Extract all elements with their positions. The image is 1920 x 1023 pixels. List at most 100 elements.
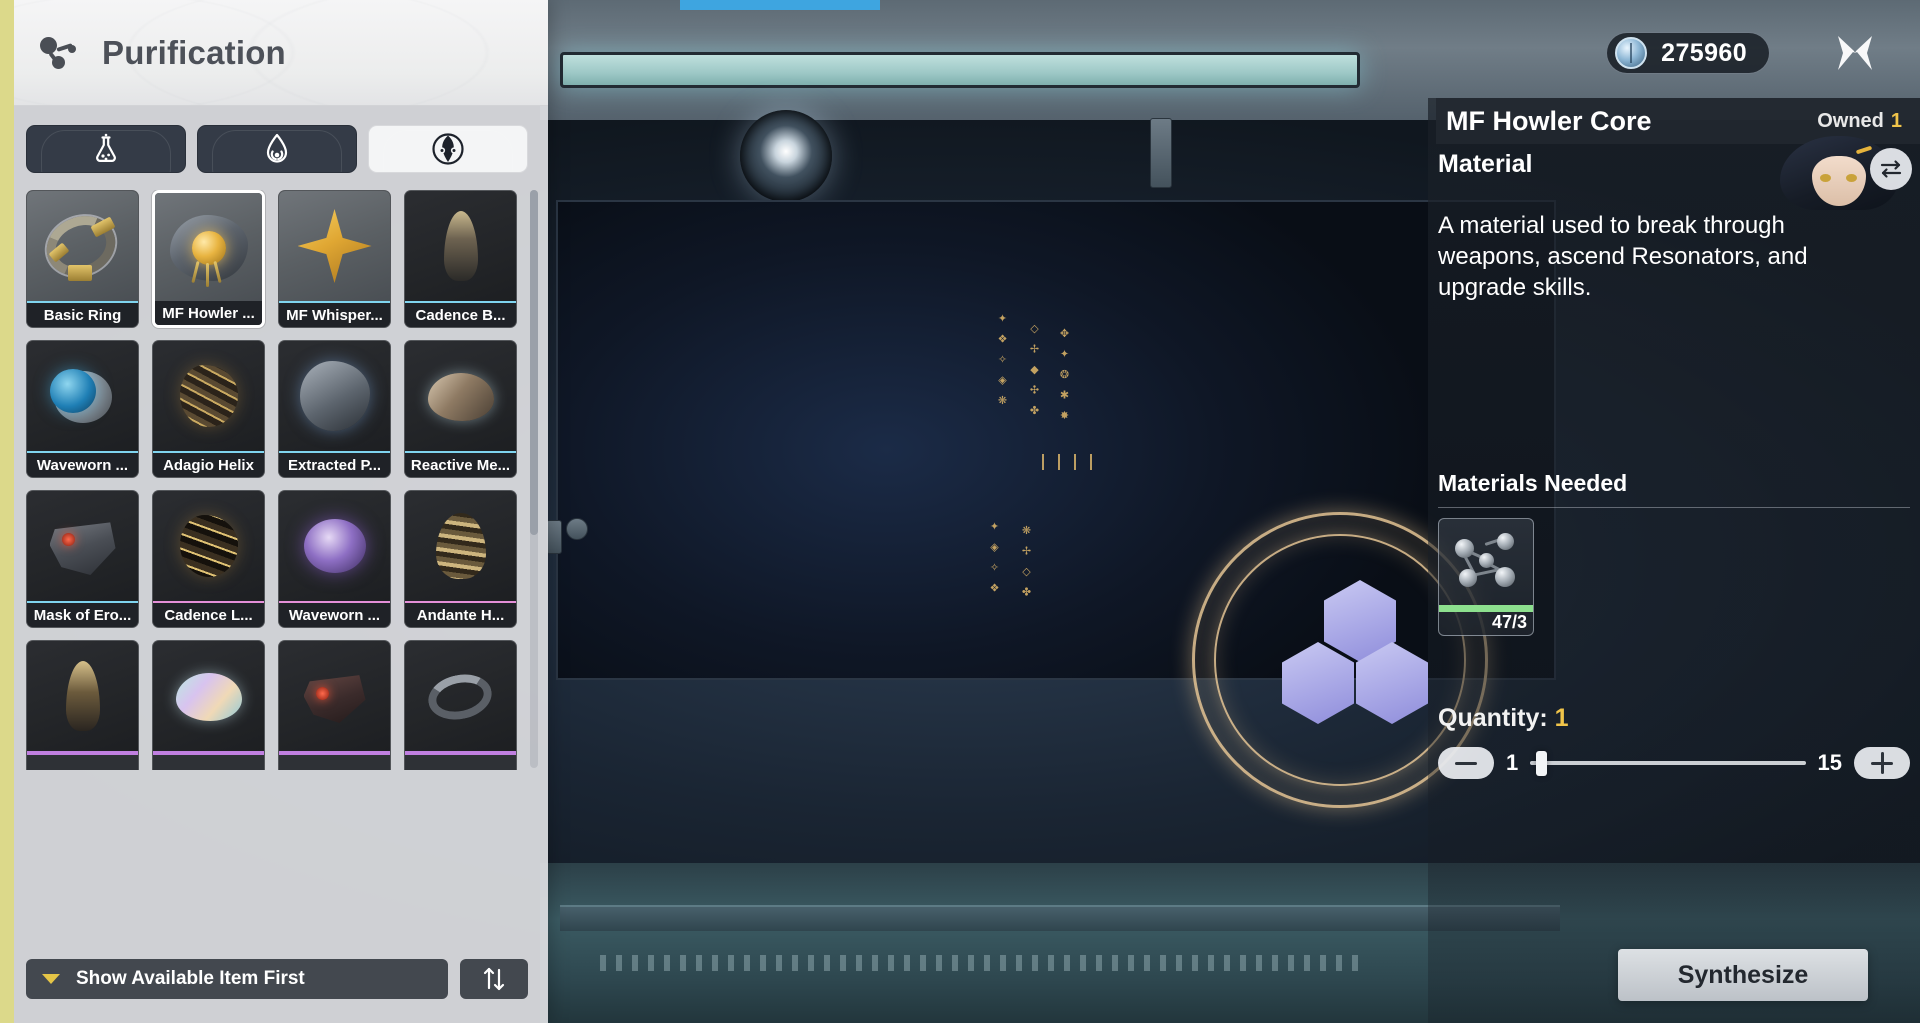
item-rarity-bar (279, 751, 390, 755)
owned-value: 1 (1891, 110, 1902, 132)
item-thumbnail (153, 341, 264, 451)
owned-count: Owned1 (1817, 110, 1902, 133)
item-rarity-bar (405, 751, 516, 755)
scene-console-leds (600, 955, 1360, 971)
scene-glyph-col-1: ✦ ❖ ✧ ◈ ❋ (996, 312, 1009, 409)
item-thumbnail (27, 491, 138, 601)
item-thumbnail (153, 491, 264, 601)
show-available-first-toggle[interactable]: Show Available Item First (26, 959, 448, 999)
scene-glyph-col-3: ✥ ✦ ❂ ✱ ✸ (1058, 327, 1071, 424)
item-label: Basic Ring (27, 303, 138, 327)
material-slot[interactable]: 47/3 (1438, 518, 1534, 636)
item-thumbnail (405, 641, 516, 751)
scene-synthesis-chamber: ✦ ❖ ✧ ◈ ❋ ◇ ✢ ◆ ✣ ✤ ✥ ✦ ❂ ✱ ✸ ✦ ◈ ✧ ❖ ❋ … (556, 200, 1556, 680)
item-label: Waveworn ... (279, 603, 390, 627)
molecule-icon (38, 31, 82, 75)
item-label: Mask of Ero... (27, 603, 138, 627)
item-cell[interactable]: Basic Ring (26, 190, 139, 328)
materials-needed-header: Materials Needed (1438, 470, 1910, 508)
item-thumbnail (153, 641, 264, 751)
item-cell[interactable]: Mask of Ero... (26, 490, 139, 628)
item-cell[interactable]: Waveworn ... (26, 340, 139, 478)
swap-icon[interactable] (1870, 148, 1912, 190)
scene-hex-cluster (1270, 580, 1450, 760)
item-label: Andante H... (405, 603, 516, 627)
tab-flame-drop[interactable] (197, 125, 357, 173)
quantity-value: 1 (1555, 704, 1569, 732)
show-available-first-label: Show Available Item First (76, 968, 305, 990)
item-label: Reactive Me... (405, 453, 516, 477)
tab-flask[interactable] (26, 125, 186, 173)
item-cell[interactable]: MF Howler ... (152, 190, 265, 328)
scene-monitor-strip (560, 52, 1360, 88)
synthesize-button[interactable]: Synthesize (1618, 949, 1868, 1001)
item-label: Cadence L... (153, 603, 264, 627)
left-panel: Purification (0, 0, 548, 1023)
quantity-label: Quantity: 1 (1438, 704, 1569, 733)
material-count: 47/3 (1439, 612, 1527, 633)
scene-glyph-col-5: ❋ ✢ ◇ ✤ (1020, 524, 1033, 601)
item-cell[interactable]: Andante H... (404, 490, 517, 628)
item-cell[interactable]: Reactive Me... (404, 340, 517, 478)
item-label: Cadence B... (405, 303, 516, 327)
slider-max-label: 15 (1818, 750, 1842, 776)
close-icon[interactable] (1832, 30, 1878, 76)
grid-scrollbar-thumb[interactable] (530, 190, 538, 535)
item-thumbnail (27, 641, 138, 751)
slider-min-label: 1 (1506, 750, 1518, 776)
scene-knob (566, 518, 588, 540)
panel-header: Purification (14, 0, 548, 106)
sort-button[interactable] (460, 959, 528, 999)
currency-display: 275960 (1606, 32, 1770, 74)
item-label: MF Whisper... (279, 303, 390, 327)
item-thumbnail (279, 341, 390, 451)
slider-knob[interactable] (1536, 751, 1547, 776)
item-cell[interactable] (26, 640, 139, 770)
currency-amount: 275960 (1661, 39, 1747, 68)
item-cell[interactable] (404, 640, 517, 770)
scene-glyph-col-2: ◇ ✢ ◆ ✣ ✤ (1028, 322, 1041, 419)
plus-icon[interactable] (1854, 747, 1910, 779)
grid-footer: Show Available Item First (26, 959, 528, 999)
item-grid: Basic Ring MF Howler ... MF Whisper... Cade… (26, 190, 528, 770)
scene-lens (740, 110, 832, 202)
item-label: Extracted P... (279, 453, 390, 477)
scene-stud-right (1150, 118, 1172, 188)
item-cell[interactable]: Waveworn ... (278, 490, 391, 628)
item-rarity-bar (153, 751, 264, 755)
purification-screen: ✦ ❖ ✧ ◈ ❋ ◇ ✢ ◆ ✣ ✤ ✥ ✦ ❂ ✱ ✸ ✦ ◈ ✧ ❖ ❋ … (0, 0, 1920, 1023)
item-thumbnail (405, 491, 516, 601)
detail-item-name: MF Howler Core (1446, 106, 1652, 137)
scene-stud-left (546, 520, 562, 554)
item-cell[interactable]: Adagio Helix (152, 340, 265, 478)
item-cell[interactable]: Cadence B... (404, 190, 517, 328)
item-cell[interactable] (278, 640, 391, 770)
item-thumbnail (279, 491, 390, 601)
accent-strip (0, 0, 14, 1023)
item-rarity-bar (27, 751, 138, 755)
item-description: A material used to break through weapons… (1438, 210, 1878, 303)
item-cell[interactable]: MF Whisper... (278, 190, 391, 328)
slider-track[interactable] (1530, 761, 1805, 765)
shell-credit-icon (1615, 37, 1647, 69)
item-thumbnail (405, 191, 516, 301)
item-grid-viewport[interactable]: Basic Ring MF Howler ... MF Whisper... Cade… (26, 190, 528, 770)
item-thumbnail (279, 191, 390, 301)
tab-emblem[interactable] (368, 125, 528, 173)
item-thumbnail (27, 341, 138, 451)
detail-item-type: Material (1438, 150, 1532, 179)
item-cell[interactable] (152, 640, 265, 770)
item-cell[interactable]: Cadence L... (152, 490, 265, 628)
item-thumbnail (279, 641, 390, 751)
item-label: Adagio Helix (153, 453, 264, 477)
minus-icon[interactable] (1438, 747, 1494, 779)
quantity-slider[interactable] (1530, 747, 1805, 779)
item-cell[interactable]: Extracted P... (278, 340, 391, 478)
chevron-down-icon (42, 974, 60, 984)
quantity-label-text: Quantity: (1438, 704, 1548, 732)
item-thumbnail (27, 191, 138, 301)
item-label: MF Howler ... (155, 301, 262, 325)
scene-blue-accent (680, 0, 880, 10)
howler-cluster-icon (1439, 519, 1533, 605)
category-tabs (26, 125, 528, 173)
